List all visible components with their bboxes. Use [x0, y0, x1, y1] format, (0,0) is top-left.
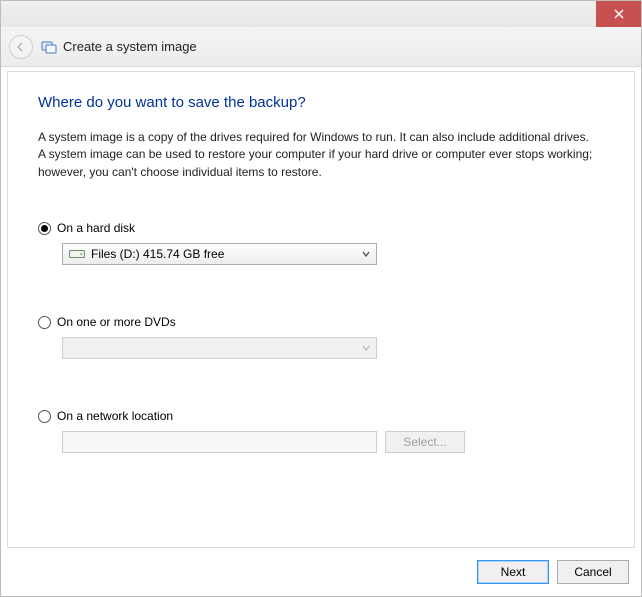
content-area: Where do you want to save the backup? A … [1, 67, 641, 548]
wizard-window: Create a system image Where do you want … [0, 0, 642, 597]
footer: Next Cancel [1, 548, 641, 596]
hard-disk-drive-select[interactable]: Files (D:) 415.74 GB free [62, 243, 377, 265]
header: Create a system image [1, 27, 641, 67]
option-dvd-group: On one or more DVDs [38, 315, 604, 359]
network-select-button: Select... [385, 431, 465, 453]
option-network-label: On a network location [57, 409, 173, 423]
back-arrow-icon [15, 41, 27, 53]
radio-dvd[interactable] [38, 316, 51, 329]
back-button [9, 35, 33, 59]
option-dvd[interactable]: On one or more DVDs [38, 315, 604, 329]
drive-icon [69, 248, 85, 260]
radio-hard-disk[interactable] [38, 222, 51, 235]
header-title-text: Create a system image [63, 39, 197, 54]
network-location-field [62, 431, 377, 453]
radio-network[interactable] [38, 410, 51, 423]
close-button[interactable] [596, 1, 641, 27]
cancel-button[interactable]: Cancel [557, 560, 629, 584]
chevron-down-icon [362, 344, 370, 352]
chevron-down-icon [362, 250, 370, 258]
wizard-page: Where do you want to save the backup? A … [7, 71, 635, 548]
system-image-icon [41, 39, 57, 55]
dvd-drive-select [62, 337, 377, 359]
page-heading: Where do you want to save the backup? [38, 94, 604, 111]
page-description: A system image is a copy of the drives r… [38, 129, 598, 181]
close-icon [614, 9, 624, 19]
option-network[interactable]: On a network location [38, 409, 604, 423]
titlebar [1, 1, 641, 27]
option-network-group: On a network location Select... [38, 409, 604, 453]
option-hard-disk-group: On a hard disk Files (D:) 415.74 GB free [38, 221, 604, 265]
option-dvd-label: On one or more DVDs [57, 315, 176, 329]
header-title: Create a system image [41, 39, 197, 55]
option-hard-disk[interactable]: On a hard disk [38, 221, 604, 235]
option-hard-disk-label: On a hard disk [57, 221, 135, 235]
hard-disk-drive-value: Files (D:) 415.74 GB free [91, 247, 224, 261]
next-button[interactable]: Next [477, 560, 549, 584]
